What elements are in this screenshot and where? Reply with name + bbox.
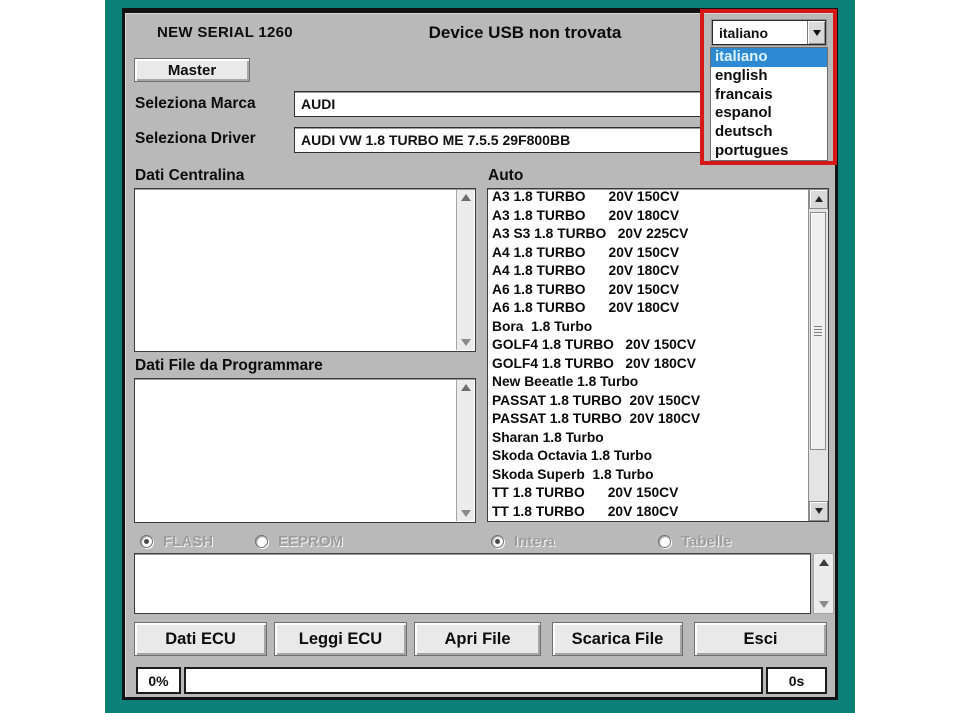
radio-eeprom[interactable]: EEPROM <box>255 533 343 550</box>
dati-centralina-scroll-strip[interactable] <box>456 190 474 350</box>
driver-input[interactable]: AUDI VW 1.8 TURBO ME 7.5.5 29F800BB <box>294 127 701 153</box>
radio-eeprom-label: EEPROM <box>278 533 344 550</box>
list-item[interactable]: A4 1.8 TURBO 20V 150CV <box>488 245 808 264</box>
dati-ecu-button[interactable]: Dati ECU <box>134 622 267 656</box>
radio-flash[interactable]: FLASH <box>140 533 213 550</box>
scroll-up-icon <box>814 196 823 202</box>
progress-percent: 0% <box>136 667 181 694</box>
app-window: NEW SERIAL 1260 Device USB non trovata i… <box>122 8 838 700</box>
dati-file-label: Dati File da Programmare <box>135 357 323 374</box>
dati-centralina-label: Dati Centralina <box>135 167 245 184</box>
language-selected-value: italiano <box>719 25 769 41</box>
scarica-file-button[interactable]: Scarica File <box>552 622 683 656</box>
radio-dot <box>495 539 500 544</box>
scroll-up-icon[interactable] <box>818 559 829 566</box>
list-item[interactable]: GOLF4 1.8 TURBO 20V 150CV <box>488 337 808 356</box>
seleziona-marca-label: Seleziona Marca <box>135 95 256 112</box>
scrollbar-down-button[interactable] <box>809 501 828 521</box>
list-item[interactable]: New Beeatle 1.8 Turbo <box>488 374 808 393</box>
scroll-up-icon[interactable] <box>460 194 471 201</box>
dati-centralina-box[interactable] <box>134 188 476 352</box>
scroll-down-icon <box>814 508 823 514</box>
radio-circle <box>140 535 153 548</box>
list-item[interactable]: A6 1.8 TURBO 20V 180CV <box>488 300 808 319</box>
radio-tabelle[interactable]: Tabelle <box>658 533 732 550</box>
language-option-english[interactable]: english <box>711 67 827 86</box>
language-combobox[interactable]: italiano <box>712 20 826 45</box>
list-item[interactable]: Skoda Octavia 1.8 Turbo <box>488 448 808 467</box>
leggi-ecu-button[interactable]: Leggi ECU <box>274 622 407 656</box>
master-button[interactable]: Master <box>134 58 250 82</box>
list-item[interactable]: PASSAT 1.8 TURBO 20V 180CV <box>488 411 808 430</box>
radio-flash-label: FLASH <box>163 533 213 550</box>
list-item[interactable]: Bora 1.8 Turbo <box>488 319 808 338</box>
dati-file-scroll-strip[interactable] <box>456 380 474 521</box>
auto-scrollbar[interactable] <box>808 189 828 521</box>
serial-title: NEW SERIAL 1260 <box>157 24 293 41</box>
language-option-deutsch[interactable]: deutsch <box>711 123 827 142</box>
auto-label: Auto <box>488 167 524 184</box>
dati-file-box[interactable] <box>134 378 476 523</box>
message-textbox[interactable] <box>134 553 811 614</box>
marca-input[interactable]: AUDI <box>294 91 701 117</box>
list-item[interactable]: Skoda Superb 1.8 Turbo <box>488 467 808 486</box>
language-option-francais[interactable]: francais <box>711 86 827 105</box>
scroll-down-icon[interactable] <box>460 510 471 517</box>
list-item[interactable]: GOLF4 1.8 TURBO 20V 180CV <box>488 356 808 375</box>
radio-tabelle-label: Tabelle <box>681 533 732 550</box>
apri-file-button[interactable]: Apri File <box>414 622 541 656</box>
scrollbar-thumb[interactable] <box>810 212 826 450</box>
combobox-dropdown-button[interactable] <box>807 21 825 44</box>
radio-circle <box>255 535 268 548</box>
auto-list-items: A3 1.8 TURBO 20V 150CV A3 1.8 TURBO 20V … <box>488 189 808 521</box>
scroll-down-icon[interactable] <box>818 601 829 608</box>
scrollbar-up-button[interactable] <box>809 189 828 209</box>
list-item[interactable]: A3 1.8 TURBO 20V 180CV <box>488 208 808 227</box>
list-item[interactable]: Sharan 1.8 Turbo <box>488 430 808 449</box>
scroll-up-icon[interactable] <box>460 384 471 391</box>
language-option-portugues[interactable]: portugues <box>711 142 827 161</box>
progress-bar <box>184 667 763 694</box>
scrollbar-grip-icon <box>814 326 822 336</box>
language-dropdown-list: italiano english francais espanol deutsc… <box>710 47 828 161</box>
radio-dot <box>144 539 149 544</box>
message-scroll-strip[interactable] <box>813 553 834 614</box>
radio-circle <box>658 535 671 548</box>
esci-button[interactable]: Esci <box>694 622 827 656</box>
usb-status-message: Device USB non trovata <box>428 23 622 42</box>
list-item[interactable]: A4 1.8 TURBO 20V 180CV <box>488 263 808 282</box>
radio-intera-label: Intera <box>514 533 555 550</box>
list-item[interactable]: TT 1.8 TURBO 20V 180CV <box>488 504 808 522</box>
elapsed-time: 0s <box>766 667 827 694</box>
seleziona-driver-label: Seleziona Driver <box>135 130 256 147</box>
list-item[interactable]: PASSAT 1.8 TURBO 20V 150CV <box>488 393 808 412</box>
chevron-down-icon <box>812 29 821 36</box>
radio-circle <box>491 535 504 548</box>
radio-intera[interactable]: Intera <box>491 533 555 550</box>
language-option-espanol[interactable]: espanol <box>711 104 827 123</box>
list-item[interactable]: A3 S3 1.8 TURBO 20V 225CV <box>488 226 808 245</box>
scroll-down-icon[interactable] <box>460 339 471 346</box>
list-item[interactable]: A6 1.8 TURBO 20V 150CV <box>488 282 808 301</box>
list-item[interactable]: A3 1.8 TURBO 20V 150CV <box>488 189 808 208</box>
auto-listbox[interactable]: A3 1.8 TURBO 20V 150CV A3 1.8 TURBO 20V … <box>487 188 829 522</box>
video-frame: NEW SERIAL 1260 Device USB non trovata i… <box>105 0 855 713</box>
language-option-italiano[interactable]: italiano <box>711 48 827 67</box>
list-item[interactable]: TT 1.8 TURBO 20V 150CV <box>488 485 808 504</box>
